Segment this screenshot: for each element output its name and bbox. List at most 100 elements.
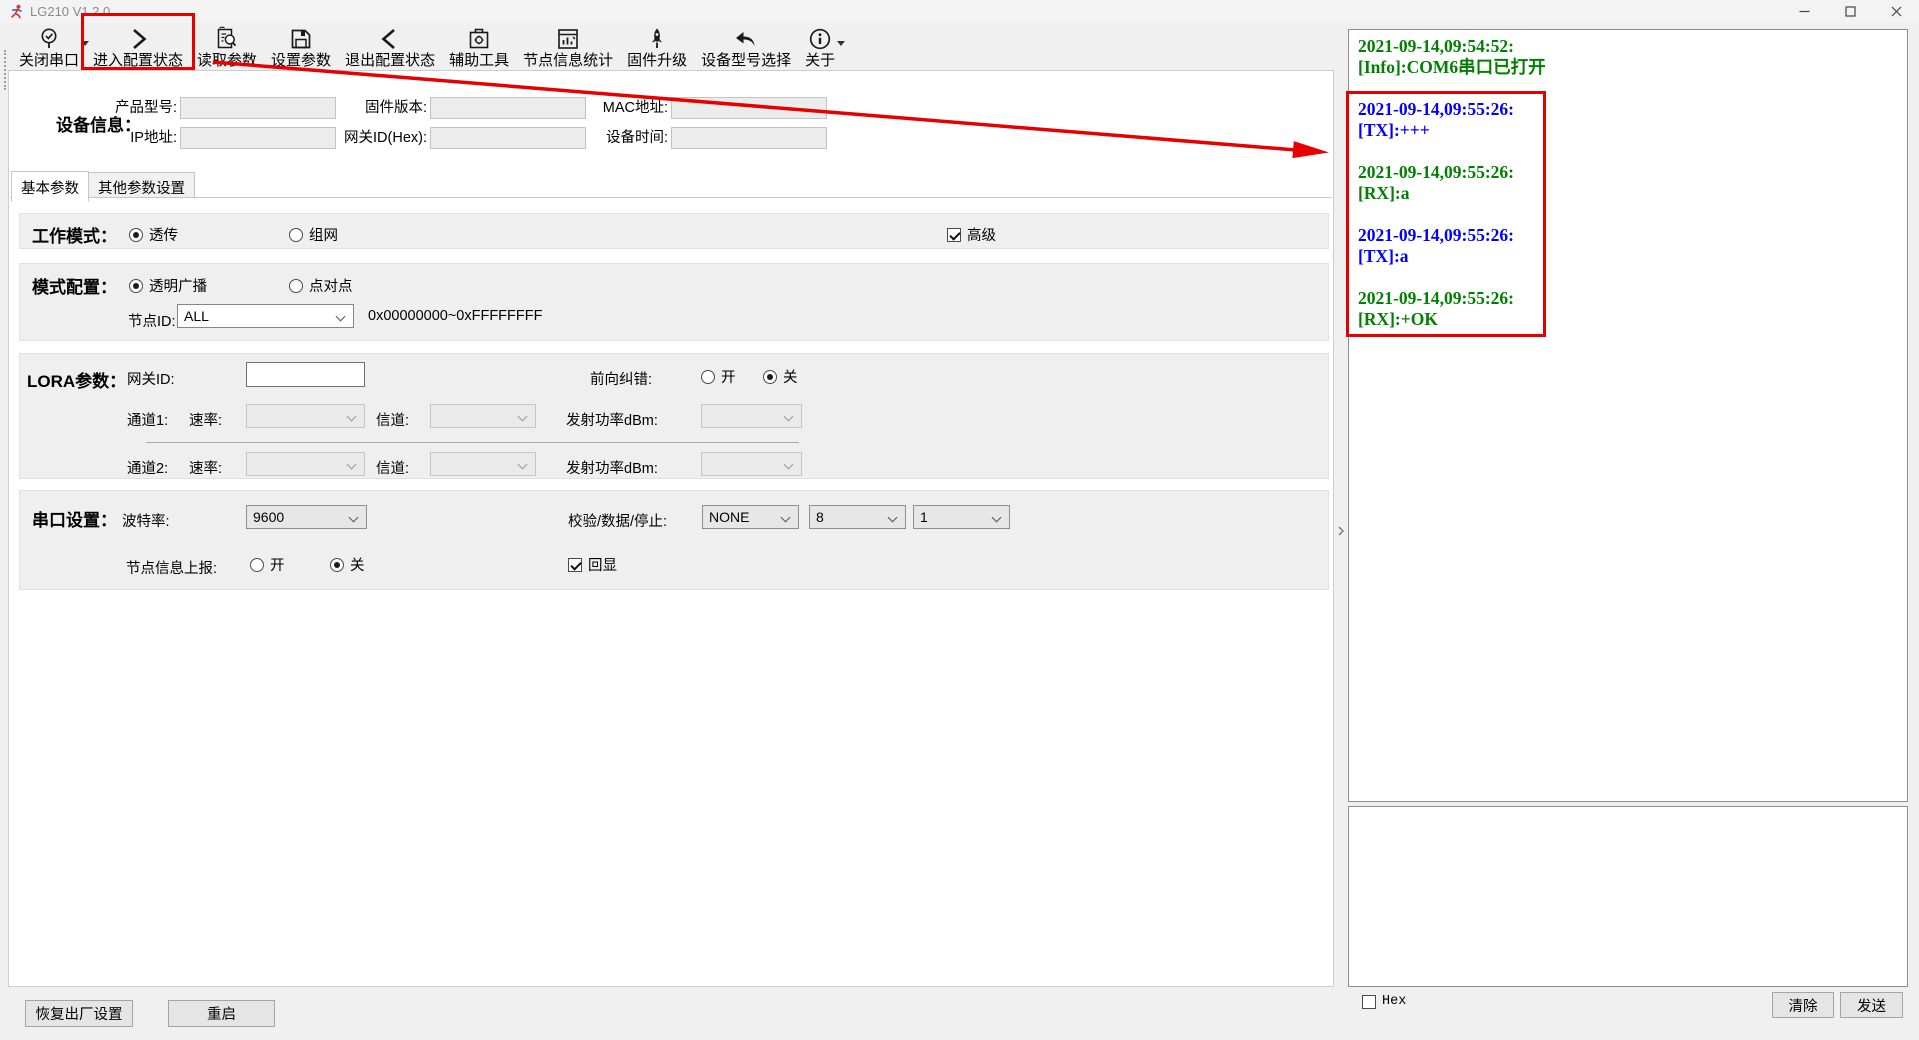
panel-splitter-handle[interactable] bbox=[1336, 520, 1346, 542]
radio-node-report-off[interactable]: 关 bbox=[330, 554, 365, 575]
doc-search-icon bbox=[214, 25, 240, 52]
info-icon bbox=[807, 25, 833, 52]
tab-basic-params[interactable]: 基本参数 bbox=[11, 171, 89, 202]
toolbar-button-device-model-select[interactable]: 设备型号选择 bbox=[694, 23, 798, 70]
radio-label: 关 bbox=[350, 554, 365, 575]
log-time: 2021-09-14,09:55:26: bbox=[1358, 99, 1898, 120]
node-id-value: ALL bbox=[184, 305, 209, 327]
gateway-id-input[interactable] bbox=[246, 362, 365, 387]
chevron-down-icon bbox=[347, 412, 357, 422]
data-bits-select[interactable]: 8 bbox=[809, 505, 906, 529]
stop-bits-select[interactable]: 1 bbox=[913, 505, 1010, 529]
chevron-left-icon bbox=[377, 25, 403, 52]
baud-rate-select[interactable]: 9600 bbox=[246, 505, 367, 529]
toolbar-button-label: 关于 bbox=[805, 52, 835, 69]
toolbar-button-read-params[interactable]: 读取参数 bbox=[190, 23, 264, 70]
mac-address-field bbox=[671, 97, 827, 119]
channel1-rate-select bbox=[246, 404, 365, 428]
channel2-channel-select bbox=[430, 452, 536, 476]
radio-label: 组网 bbox=[309, 224, 338, 245]
radio-label: 关 bbox=[783, 366, 798, 387]
radio-network-mode[interactable]: 组网 bbox=[289, 224, 338, 245]
log-time: 2021-09-14,09:55:26: bbox=[1358, 288, 1898, 309]
mode-config-section: 模式配置： 透明广播 点对点 节点ID: ALL 0x00000000~0xFF… bbox=[19, 263, 1329, 341]
channel2-channel-label: 信道: bbox=[376, 457, 409, 478]
toolbar-button-enter-config-state[interactable]: 进入配置状态 bbox=[86, 23, 190, 70]
restart-button[interactable]: 重启 bbox=[168, 1000, 275, 1027]
hex-checkbox[interactable]: Hex bbox=[1362, 994, 1406, 1009]
maximize-icon bbox=[1845, 6, 1856, 17]
send-button[interactable]: 发送 bbox=[1840, 992, 1903, 1018]
toolbar-button-node-info-stats[interactable]: 节点信息统计 bbox=[516, 23, 620, 70]
radio-label: 透明广播 bbox=[149, 275, 207, 296]
radio-label: 开 bbox=[721, 366, 736, 387]
factory-reset-button[interactable]: 恢复出厂设置 bbox=[25, 1000, 133, 1027]
radio-icon bbox=[701, 370, 715, 384]
node-id-range-hint: 0x00000000~0xFFFFFFFF bbox=[368, 308, 542, 324]
mode-config-title: 模式配置： bbox=[32, 273, 117, 298]
chevron-down-icon bbox=[888, 513, 898, 523]
rocket-icon bbox=[644, 25, 670, 52]
toolbar-button-set-params[interactable]: 设置参数 bbox=[264, 23, 338, 70]
radio-transparent-mode[interactable]: 透传 bbox=[129, 224, 178, 245]
radio-label: 透传 bbox=[149, 224, 178, 245]
toolbar-button-label: 设置参数 bbox=[271, 52, 331, 69]
radio-point-to-point[interactable]: 点对点 bbox=[289, 275, 353, 296]
chevron-right-icon bbox=[125, 25, 151, 52]
toolbar-button-firmware-upgrade[interactable]: 固件升级 bbox=[620, 23, 694, 70]
radio-label: 点对点 bbox=[309, 275, 353, 296]
radio-transparent-broadcast[interactable]: 透明广播 bbox=[129, 275, 207, 296]
node-id-select[interactable]: ALL bbox=[177, 304, 354, 328]
radio-icon bbox=[289, 228, 303, 242]
gateway-id-hex-label: 网关ID(Hex): bbox=[309, 127, 427, 149]
log-time: 2021-09-14,09:54:52: bbox=[1358, 36, 1898, 57]
toolbar-button-exit-config-state[interactable]: 退出配置状态 bbox=[338, 23, 442, 70]
chevron-down-icon bbox=[518, 412, 528, 422]
node-report-label: 节点信息上报: bbox=[126, 557, 217, 578]
log-text: [Info]:COM6串口已打开 bbox=[1358, 57, 1898, 78]
channel1-label: 通道1: bbox=[127, 409, 168, 430]
channel-divider bbox=[146, 442, 799, 443]
log-text: [TX]:+++ bbox=[1358, 120, 1898, 141]
send-input[interactable] bbox=[1348, 806, 1908, 987]
log-entry: 2021-09-14,09:55:26: [TX]:a bbox=[1358, 225, 1898, 267]
advanced-checkbox[interactable]: 高级 bbox=[947, 224, 996, 245]
echo-checkbox[interactable]: 回显 bbox=[568, 554, 617, 575]
toolbar-grip[interactable] bbox=[4, 50, 6, 90]
radio-fec-off[interactable]: 关 bbox=[763, 366, 798, 387]
chevron-down-icon bbox=[349, 513, 359, 523]
radio-icon bbox=[129, 279, 143, 293]
radio-node-report-on[interactable]: 开 bbox=[250, 554, 285, 575]
log-entry: 2021-09-14,09:54:52: [Info]:COM6串口已打开 bbox=[1358, 36, 1898, 78]
app-icon bbox=[9, 4, 24, 19]
parity-value: NONE bbox=[709, 506, 749, 528]
toolbar-button-label: 设备型号选择 bbox=[701, 52, 791, 69]
close-button[interactable] bbox=[1873, 0, 1919, 23]
channel1-channel-label: 信道: bbox=[376, 409, 409, 430]
channel2-label: 通道2: bbox=[127, 457, 168, 478]
work-mode-title: 工作模式： bbox=[32, 222, 117, 247]
radio-fec-on[interactable]: 开 bbox=[701, 366, 736, 387]
toolbar-button-aux-tools[interactable]: 辅助工具 bbox=[442, 23, 516, 70]
minimize-button[interactable] bbox=[1781, 0, 1827, 23]
clear-button[interactable]: 清除 bbox=[1772, 992, 1834, 1018]
serial-port-pin-icon bbox=[36, 25, 62, 52]
maximize-button[interactable] bbox=[1827, 0, 1873, 23]
parity-select[interactable]: NONE bbox=[702, 505, 799, 529]
toolbar-button-label: 辅助工具 bbox=[449, 52, 509, 69]
baud-rate-label: 波特率: bbox=[122, 510, 170, 531]
log-entry: 2021-09-14,09:55:26: [RX]:+OK bbox=[1358, 288, 1898, 330]
checkbox-label: 回显 bbox=[588, 554, 617, 575]
baud-rate-value: 9600 bbox=[253, 506, 284, 528]
toolbar-button-about[interactable]: 关于 bbox=[798, 23, 842, 70]
log-time: 2021-09-14,09:55:26: bbox=[1358, 225, 1898, 246]
serial-log-output[interactable]: 2021-09-14,09:54:52: [Info]:COM6串口已打开 20… bbox=[1348, 29, 1908, 802]
toolbar-button-close-serial-port[interactable]: 关闭串口 bbox=[12, 23, 86, 70]
chevron-down-icon[interactable] bbox=[837, 41, 845, 46]
checkbox-icon bbox=[1362, 995, 1376, 1009]
window-controls bbox=[1781, 0, 1919, 23]
hex-label: Hex bbox=[1382, 994, 1406, 1009]
log-entry: 2021-09-14,09:55:26: [TX]:+++ bbox=[1358, 99, 1898, 141]
firmware-version-label: 固件版本: bbox=[309, 97, 427, 119]
log-text: [RX]:a bbox=[1358, 183, 1898, 204]
